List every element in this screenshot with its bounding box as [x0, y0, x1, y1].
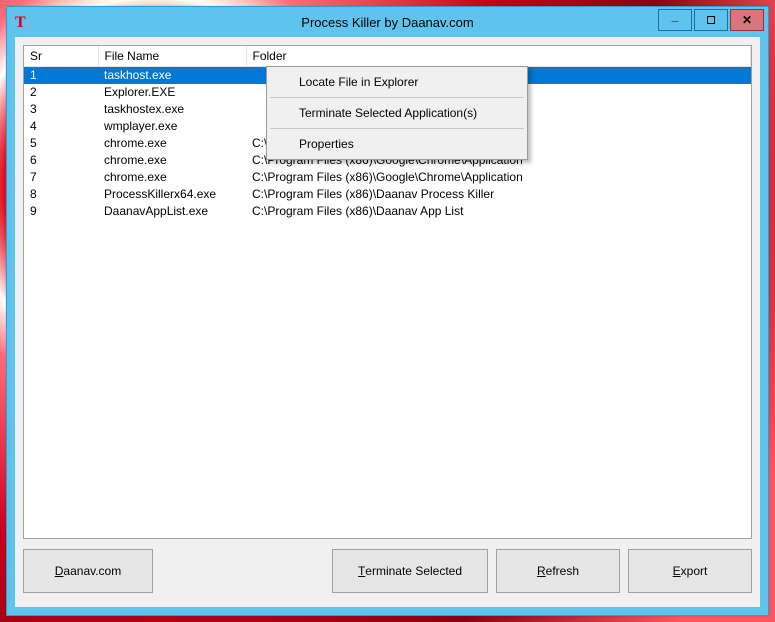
cell-file: chrome.exe [98, 169, 246, 186]
app-window: T Process Killer by Daanav.com _ ✕ Sr Fi… [6, 6, 769, 616]
col-header-folder[interactable]: Folder [246, 46, 751, 67]
cell-file: Explorer.EXE [98, 84, 246, 101]
context-menu: Locate File in Explorer Terminate Select… [266, 66, 528, 160]
export-button[interactable]: Export [628, 549, 752, 593]
col-header-sr[interactable]: Sr [24, 46, 98, 67]
table-row[interactable]: 8 ProcessKillerx64.exe C:\Program Files … [24, 186, 751, 203]
mnemonic: E [673, 564, 681, 578]
cell-file: DaanavAppList.exe [98, 203, 246, 220]
mnemonic: T [358, 564, 365, 578]
close-button[interactable]: ✕ [730, 9, 764, 31]
cell-sr: 3 [24, 101, 98, 118]
cell-file: chrome.exe [98, 152, 246, 169]
cell-sr: 8 [24, 186, 98, 203]
ctx-separator [270, 128, 524, 129]
col-header-file[interactable]: File Name [98, 46, 246, 67]
cell-file: taskhostex.exe [98, 101, 246, 118]
cell-sr: 9 [24, 203, 98, 220]
label-rest: erminate Selected [365, 564, 462, 578]
window-controls: _ ✕ [658, 9, 764, 31]
process-list[interactable]: Sr File Name Folder 1 taskhost.exe 2 Exp… [23, 45, 752, 539]
cell-sr: 7 [24, 169, 98, 186]
ctx-properties[interactable]: Properties [269, 131, 525, 157]
daanav-link-button[interactable]: Daanav.com [23, 549, 153, 593]
cell-sr: 5 [24, 135, 98, 152]
cell-file: taskhost.exe [98, 67, 246, 84]
cell-file: chrome.exe [98, 135, 246, 152]
ctx-separator [270, 97, 524, 98]
label-rest: xport [681, 564, 708, 578]
ctx-locate-file[interactable]: Locate File in Explorer [269, 69, 525, 95]
minimize-button[interactable]: _ [658, 9, 692, 31]
label-rest: efresh [546, 564, 579, 578]
window-title: Process Killer by Daanav.com [7, 15, 768, 30]
ctx-terminate[interactable]: Terminate Selected Application(s) [269, 100, 525, 126]
cell-folder: C:\Program Files (x86)\Daanav Process Ki… [246, 186, 751, 203]
cell-folder: C:\Program Files (x86)\Google\Chrome\App… [246, 169, 751, 186]
mnemonic: R [537, 564, 546, 578]
table-row[interactable]: 9 DaanavAppList.exe C:\Program Files (x8… [24, 203, 751, 220]
cell-folder: C:\Program Files (x86)\Daanav App List [246, 203, 751, 220]
cell-file: ProcessKillerx64.exe [98, 186, 246, 203]
label-rest: aanav.com [63, 564, 121, 578]
refresh-button[interactable]: Refresh [496, 549, 620, 593]
spacer [161, 549, 324, 593]
cell-sr: 6 [24, 152, 98, 169]
mnemonic: D [55, 564, 64, 578]
cell-sr: 4 [24, 118, 98, 135]
button-row: Daanav.com Terminate Selected Refresh Ex… [23, 549, 752, 593]
terminate-selected-button[interactable]: Terminate Selected [332, 549, 488, 593]
cell-sr: 1 [24, 67, 98, 84]
app-icon: T [15, 14, 31, 30]
titlebar[interactable]: T Process Killer by Daanav.com _ ✕ [7, 7, 768, 37]
cell-sr: 2 [24, 84, 98, 101]
maximize-button[interactable] [694, 9, 728, 31]
cell-file: wmplayer.exe [98, 118, 246, 135]
table-row[interactable]: 7 chrome.exe C:\Program Files (x86)\Goog… [24, 169, 751, 186]
client-area: Sr File Name Folder 1 taskhost.exe 2 Exp… [15, 37, 760, 607]
